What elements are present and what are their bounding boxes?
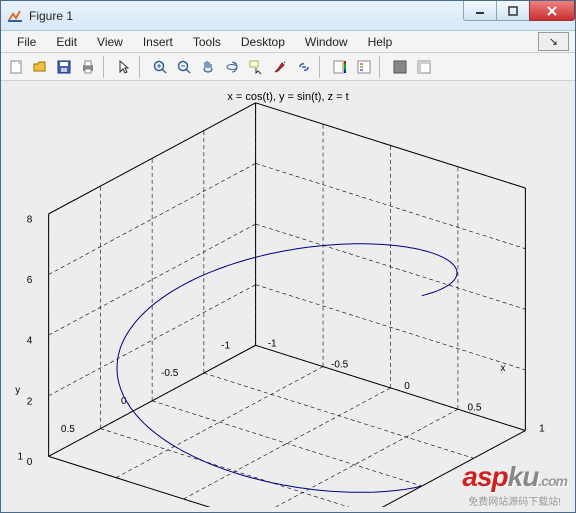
svg-text:8: 8 <box>27 214 33 225</box>
menu-view[interactable]: View <box>87 33 133 51</box>
svg-text:0.5: 0.5 <box>468 402 482 413</box>
svg-text:-0.5: -0.5 <box>331 360 349 371</box>
save-button[interactable] <box>53 56 75 78</box>
hide-tools-button[interactable] <box>389 56 411 78</box>
svg-text:2: 2 <box>27 396 33 407</box>
svg-text:y: y <box>15 385 20 396</box>
zoom-out-button[interactable] <box>173 56 195 78</box>
brush-button[interactable] <box>269 56 291 78</box>
menu-insert[interactable]: Insert <box>133 33 183 51</box>
open-button[interactable] <box>29 56 51 78</box>
maximize-button[interactable] <box>496 1 530 21</box>
axes-3d[interactable]: -1-0.500.51-1-0.500.5102468xyz <box>7 87 567 507</box>
window-title: Figure 1 <box>29 9 464 23</box>
figure-window: Figure 1 File Edit View Insert Tools Des… <box>0 0 576 513</box>
dock-icon[interactable]: ↘ <box>538 32 569 51</box>
minimize-button[interactable] <box>463 1 497 21</box>
menu-help[interactable]: Help <box>358 33 403 51</box>
colorbar-button[interactable] <box>329 56 351 78</box>
svg-text:x: x <box>500 363 505 374</box>
legend-button[interactable] <box>353 56 375 78</box>
svg-text:6: 6 <box>27 275 33 286</box>
rotate3d-button[interactable] <box>221 56 243 78</box>
pointer-button[interactable] <box>113 56 135 78</box>
title-bar[interactable]: Figure 1 <box>1 1 575 31</box>
pan-button[interactable] <box>197 56 219 78</box>
watermark: aspku.com 免费网站源码下载站! <box>462 461 567 508</box>
datacursor-button[interactable] <box>245 56 267 78</box>
menu-window[interactable]: Window <box>295 33 358 51</box>
new-figure-button[interactable] <box>5 56 27 78</box>
axes-container: x = cos(t), y = sin(t), z = t -1-0.500.5… <box>1 81 575 512</box>
menu-desktop[interactable]: Desktop <box>231 33 295 51</box>
svg-text:4: 4 <box>27 336 33 347</box>
zoom-in-button[interactable] <box>149 56 171 78</box>
svg-text:1: 1 <box>539 424 545 435</box>
menu-edit[interactable]: Edit <box>46 33 87 51</box>
menu-tools[interactable]: Tools <box>183 33 231 51</box>
menu-file[interactable]: File <box>7 33 46 51</box>
svg-text:0: 0 <box>404 381 410 392</box>
window-controls <box>464 1 575 30</box>
axes-panel[interactable]: x = cos(t), y = sin(t), z = t -1-0.500.5… <box>7 87 569 506</box>
svg-text:-0.5: -0.5 <box>161 368 179 379</box>
show-tools-button[interactable] <box>413 56 435 78</box>
svg-text:0.5: 0.5 <box>61 424 75 435</box>
matlab-icon <box>7 8 23 24</box>
svg-text:0: 0 <box>27 457 33 468</box>
svg-text:-1: -1 <box>268 338 277 349</box>
svg-text:-1: -1 <box>221 340 230 351</box>
link-button[interactable] <box>293 56 315 78</box>
toolbar <box>1 53 575 81</box>
close-button[interactable] <box>529 1 575 21</box>
menu-bar: File Edit View Insert Tools Desktop Wind… <box>1 31 575 53</box>
svg-text:1: 1 <box>17 452 23 463</box>
print-button[interactable] <box>77 56 99 78</box>
